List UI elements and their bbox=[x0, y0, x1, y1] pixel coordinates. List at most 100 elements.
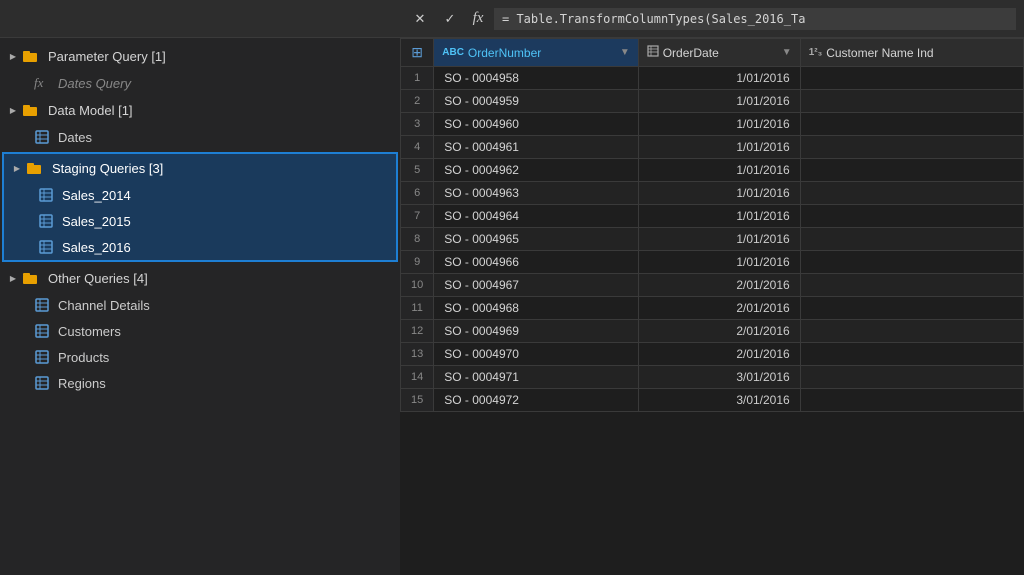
query-label-sales2014: Sales_2014 bbox=[62, 188, 131, 203]
triangle-icon: ▶ bbox=[8, 51, 18, 61]
row-number: 2 bbox=[401, 90, 434, 113]
cell-order-date: 1/01/2016 bbox=[638, 67, 800, 90]
query-item-dates[interactable]: Dates bbox=[0, 124, 400, 150]
col-type-icon-table bbox=[647, 45, 659, 60]
col-type-icon-abc: ABC bbox=[442, 47, 464, 58]
col-label-customer-name: Customer Name Ind bbox=[826, 46, 933, 60]
row-number: 5 bbox=[401, 159, 434, 182]
query-label-dates-query: Dates Query bbox=[58, 76, 131, 91]
group-header-parameter[interactable]: ▶ Parameter Query [1] bbox=[0, 42, 400, 70]
query-group-data-model: ▶ Data Model [1] bbox=[0, 96, 400, 150]
cell-order-number: SO - 0004970 bbox=[434, 343, 638, 366]
cell-order-number: SO - 0004961 bbox=[434, 136, 638, 159]
query-group-staging: ▶ Staging Queries [3] bbox=[2, 152, 398, 262]
folder-icon-parameter bbox=[22, 48, 40, 64]
col-header-rownum: ⊞ bbox=[401, 39, 434, 67]
group-header-other[interactable]: ▶ Other Queries [4] bbox=[0, 264, 400, 292]
table-row[interactable]: 10SO - 00049672/01/2016 bbox=[401, 274, 1024, 297]
group-label-staging: Staging Queries [3] bbox=[52, 161, 163, 176]
data-table: ⊞ ABC OrderNumber ▼ bbox=[400, 38, 1024, 412]
table-icon-dates bbox=[34, 129, 50, 145]
sidebar-content: ▶ Parameter Query [1] fx Dates Query ▶ bbox=[0, 38, 400, 575]
query-item-sales2015[interactable]: Sales_2015 bbox=[4, 208, 396, 234]
formula-cancel-button[interactable]: ✕ bbox=[408, 7, 432, 31]
folder-icon-staging bbox=[26, 160, 44, 176]
table-icon-products bbox=[34, 349, 50, 365]
row-number: 11 bbox=[401, 297, 434, 320]
query-item-products[interactable]: Products bbox=[0, 344, 400, 370]
cell-order-number: SO - 0004959 bbox=[434, 90, 638, 113]
cell-customer-name bbox=[800, 343, 1023, 366]
query-group-other: ▶ Other Queries [4] bbox=[0, 264, 400, 396]
formula-confirm-button[interactable]: ✓ bbox=[438, 7, 462, 31]
table-row[interactable]: 1SO - 00049581/01/2016 bbox=[401, 67, 1024, 90]
cell-order-number: SO - 0004962 bbox=[434, 159, 638, 182]
table-row[interactable]: 3SO - 00049601/01/2016 bbox=[401, 113, 1024, 136]
cell-order-date: 2/01/2016 bbox=[638, 297, 800, 320]
table-row[interactable]: 7SO - 00049641/01/2016 bbox=[401, 205, 1024, 228]
formula-fx-label: fx bbox=[468, 10, 488, 27]
col-sort-icon-order-number[interactable]: ▼ bbox=[620, 47, 630, 58]
table-icon-channel-details bbox=[34, 297, 50, 313]
cell-customer-name bbox=[800, 136, 1023, 159]
cell-order-date: 1/01/2016 bbox=[638, 113, 800, 136]
cell-order-date: 1/01/2016 bbox=[638, 205, 800, 228]
triangle-icon-staging: ▶ bbox=[12, 163, 22, 173]
table-row[interactable]: 15SO - 00049723/01/2016 bbox=[401, 389, 1024, 412]
table-row[interactable]: 4SO - 00049611/01/2016 bbox=[401, 136, 1024, 159]
cell-customer-name bbox=[800, 113, 1023, 136]
table-row[interactable]: 11SO - 00049682/01/2016 bbox=[401, 297, 1024, 320]
folder-icon-other bbox=[22, 270, 40, 286]
cell-customer-name bbox=[800, 159, 1023, 182]
cell-customer-name bbox=[800, 389, 1023, 412]
cell-customer-name bbox=[800, 90, 1023, 113]
query-item-customers[interactable]: Customers bbox=[0, 318, 400, 344]
col-sort-icon-order-date[interactable]: ▼ bbox=[782, 47, 792, 58]
sidebar: ▶ Parameter Query [1] fx Dates Query ▶ bbox=[0, 0, 400, 575]
query-item-dates-query[interactable]: fx Dates Query bbox=[0, 70, 400, 96]
row-number: 6 bbox=[401, 182, 434, 205]
col-header-customer-name[interactable]: 1²₃ Customer Name Ind bbox=[800, 39, 1023, 67]
sidebar-collapse-button[interactable] bbox=[376, 17, 388, 21]
cell-order-number: SO - 0004971 bbox=[434, 366, 638, 389]
row-number: 12 bbox=[401, 320, 434, 343]
table-row[interactable]: 13SO - 00049702/01/2016 bbox=[401, 343, 1024, 366]
query-item-sales2016[interactable]: Sales_2016 bbox=[4, 234, 396, 260]
group-header-data-model[interactable]: ▶ Data Model [1] bbox=[0, 96, 400, 124]
cell-order-date: 1/01/2016 bbox=[638, 251, 800, 274]
row-number: 7 bbox=[401, 205, 434, 228]
table-row[interactable]: 9SO - 00049661/01/2016 bbox=[401, 251, 1024, 274]
table-row[interactable]: 2SO - 00049591/01/2016 bbox=[401, 90, 1024, 113]
cell-order-number: SO - 0004969 bbox=[434, 320, 638, 343]
col-header-order-date[interactable]: OrderDate ▼ bbox=[638, 39, 800, 67]
cell-order-date: 2/01/2016 bbox=[638, 320, 800, 343]
table-row[interactable]: 5SO - 00049621/01/2016 bbox=[401, 159, 1024, 182]
row-number: 15 bbox=[401, 389, 434, 412]
main-content: ✕ ✓ fx ⊞ ABC OrderNumber ▼ bbox=[400, 0, 1024, 575]
query-item-regions[interactable]: Regions bbox=[0, 370, 400, 396]
table-row[interactable]: 12SO - 00049692/01/2016 bbox=[401, 320, 1024, 343]
query-label-dates: Dates bbox=[58, 130, 92, 145]
col-header-order-number[interactable]: ABC OrderNumber ▼ bbox=[434, 39, 638, 67]
cell-customer-name bbox=[800, 182, 1023, 205]
table-icon-sales2015 bbox=[38, 213, 54, 229]
query-item-channel-details[interactable]: Channel Details bbox=[0, 292, 400, 318]
table-icon-sales2014 bbox=[38, 187, 54, 203]
cell-order-number: SO - 0004972 bbox=[434, 389, 638, 412]
cell-order-date: 3/01/2016 bbox=[638, 389, 800, 412]
group-header-staging[interactable]: ▶ Staging Queries [3] bbox=[4, 154, 396, 182]
cell-order-date: 2/01/2016 bbox=[638, 274, 800, 297]
group-label-data-model: Data Model [1] bbox=[48, 103, 133, 118]
table-row[interactable]: 6SO - 00049631/01/2016 bbox=[401, 182, 1024, 205]
cell-order-date: 1/01/2016 bbox=[638, 228, 800, 251]
formula-bar: ✕ ✓ fx bbox=[400, 0, 1024, 38]
formula-input[interactable] bbox=[494, 8, 1016, 30]
data-table-container[interactable]: ⊞ ABC OrderNumber ▼ bbox=[400, 38, 1024, 575]
query-item-sales2014[interactable]: Sales_2014 bbox=[4, 182, 396, 208]
col-label-order-number: OrderNumber bbox=[468, 46, 541, 60]
row-number: 3 bbox=[401, 113, 434, 136]
table-row[interactable]: 14SO - 00049713/01/2016 bbox=[401, 366, 1024, 389]
table-icon-regions bbox=[34, 375, 50, 391]
table-row[interactable]: 8SO - 00049651/01/2016 bbox=[401, 228, 1024, 251]
cell-customer-name bbox=[800, 228, 1023, 251]
